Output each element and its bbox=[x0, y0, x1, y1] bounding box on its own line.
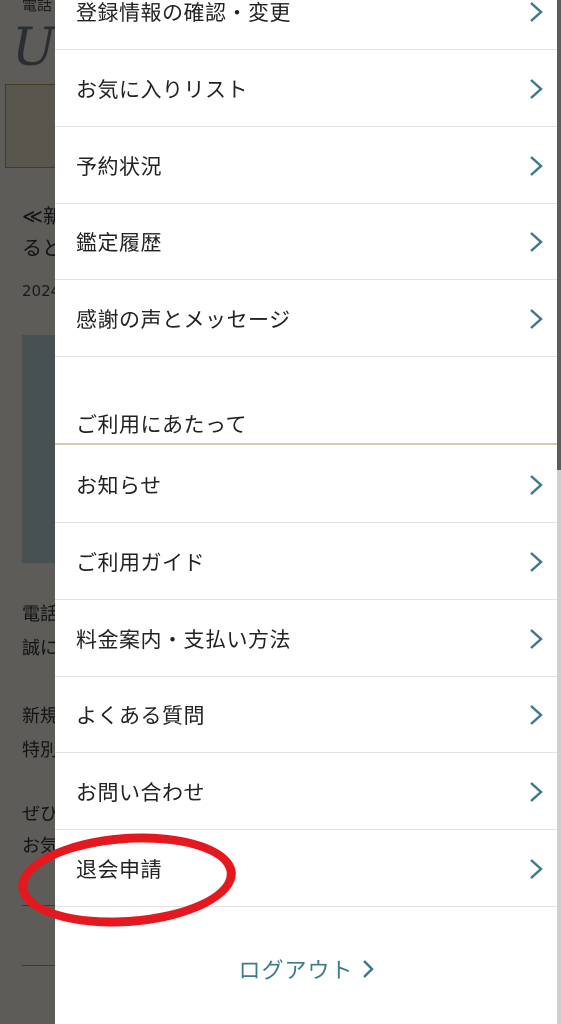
chevron-right-icon bbox=[530, 704, 543, 725]
menu-item-label: 予約状況 bbox=[76, 154, 162, 179]
menu-item-messages[interactable]: 感謝の声とメッセージ bbox=[55, 281, 557, 357]
menu-item-label: 退会申請 bbox=[76, 857, 162, 882]
section-heading: ご利用にあたって bbox=[55, 385, 557, 445]
logout-link[interactable]: ログアウト bbox=[55, 944, 557, 994]
chevron-right-icon bbox=[530, 155, 543, 176]
menu-item-reservations[interactable]: 予約状況 bbox=[55, 128, 557, 204]
menu-item-withdraw[interactable]: 退会申請 bbox=[55, 831, 557, 907]
menu-item-news[interactable]: お知らせ bbox=[55, 447, 557, 523]
chevron-right-icon bbox=[530, 308, 543, 329]
menu-drawer: 登録情報の確認・変更 お気に入りリスト 予約状況 鑑定履歴 感謝の声とメッセージ… bbox=[55, 0, 557, 1024]
chevron-right-icon bbox=[362, 960, 374, 978]
scrollbar[interactable] bbox=[557, 470, 561, 1024]
menu-item-guide[interactable]: ご利用ガイド bbox=[55, 524, 557, 600]
chevron-right-icon bbox=[530, 1, 543, 22]
menu-item-label: 鑑定履歴 bbox=[76, 230, 162, 255]
menu-item-label: 感謝の声とメッセージ bbox=[76, 307, 291, 332]
menu-item-favorites[interactable]: お気に入りリスト bbox=[55, 51, 557, 127]
chevron-right-icon bbox=[530, 78, 543, 99]
chevron-right-icon bbox=[530, 628, 543, 649]
menu-item-label: 料金案内・支払い方法 bbox=[76, 627, 291, 652]
menu-item-reading-history[interactable]: 鑑定履歴 bbox=[55, 204, 557, 280]
chevron-right-icon bbox=[530, 858, 543, 879]
chevron-right-icon bbox=[530, 781, 543, 802]
logout-label: ログアウト bbox=[238, 959, 354, 984]
menu-item-label: ご利用ガイド bbox=[76, 550, 205, 575]
menu-item-pricing[interactable]: 料金案内・支払い方法 bbox=[55, 601, 557, 677]
chevron-right-icon bbox=[530, 474, 543, 495]
menu-item-label: お気に入りリスト bbox=[76, 77, 248, 102]
menu-item-label: お問い合わせ bbox=[76, 780, 205, 805]
menu-item-label: 登録情報の確認・変更 bbox=[76, 0, 291, 25]
menu-item-label: よくある質問 bbox=[76, 703, 205, 728]
chevron-right-icon bbox=[530, 231, 543, 252]
menu-item-contact[interactable]: お問い合わせ bbox=[55, 754, 557, 830]
chevron-right-icon bbox=[530, 551, 543, 572]
menu-item-faq[interactable]: よくある質問 bbox=[55, 677, 557, 753]
menu-item-profile[interactable]: 登録情報の確認・変更 bbox=[55, 0, 557, 50]
section-heading-label: ご利用にあたって bbox=[76, 413, 247, 437]
menu-item-label: お知らせ bbox=[76, 473, 162, 498]
